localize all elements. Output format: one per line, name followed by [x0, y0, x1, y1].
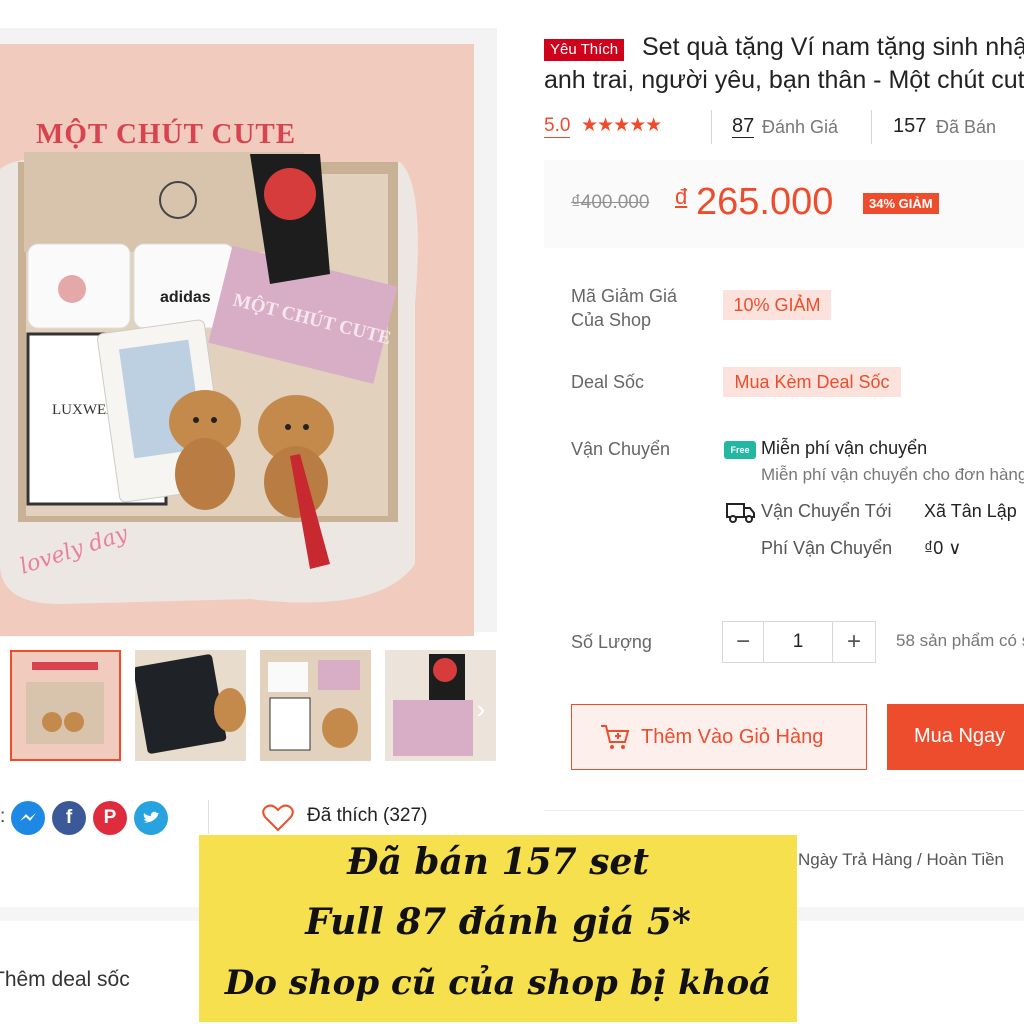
- ship-to-location[interactable]: Xã Tân Lập: [924, 501, 1017, 522]
- quantity-increase-button[interactable]: +: [832, 621, 876, 663]
- currency-symbol: đ: [675, 184, 688, 209]
- pinterest-icon[interactable]: P: [93, 801, 127, 835]
- thumbnail-next-arrow-icon[interactable]: ›: [468, 692, 494, 726]
- favorite-badge: Yêu Thích: [544, 39, 625, 61]
- sold-count: 157: [893, 115, 927, 137]
- svg-text:adidas: adidas: [160, 289, 211, 306]
- cart-icon: [601, 725, 630, 749]
- sold-label: Đã Bán: [936, 117, 997, 137]
- reviews-count[interactable]: 87: [732, 115, 755, 138]
- free-shipping-subtext: Miễn phí vận chuyển cho đơn hàng: [761, 465, 1024, 484]
- star-rating-icon: ★★★★★: [581, 115, 662, 136]
- buy-now-button[interactable]: Mua Ngay: [887, 704, 1024, 770]
- facebook-icon[interactable]: f: [52, 801, 86, 835]
- deal-soc-tab[interactable]: Thêm deal sốc: [0, 968, 130, 992]
- truck-icon: [726, 503, 755, 523]
- thumbnail-2[interactable]: [135, 650, 246, 761]
- promo-overlay-banner: Đã bán 157 set Full 87 đánh giá 5* Do sh…: [199, 835, 797, 1022]
- current-price: 265.000: [696, 181, 834, 223]
- add-to-cart-button[interactable]: Thêm Vào Giỏ Hàng: [571, 704, 867, 770]
- banner-line-2: Full 87 đánh giá 5*: [305, 901, 691, 943]
- free-shipping-icon: Free: [724, 441, 756, 459]
- liked-count[interactable]: Đã thích (327): [307, 805, 427, 827]
- twitter-icon[interactable]: [134, 801, 168, 835]
- discount-badge: 34% GIẢM: [863, 193, 939, 214]
- product-title-line-1: Set quà tặng Ví nam tặng sinh nhật: [642, 33, 1024, 61]
- twitter-glyph: [143, 811, 159, 823]
- quantity-label: Số Lượng: [571, 632, 652, 652]
- product-photo-frame: adidas LUXWEAR MỘT CHÚT CUTE MỘT CHÚT CU…: [0, 44, 474, 636]
- section-divider: [544, 810, 1024, 811]
- thumbnail-1[interactable]: [10, 650, 121, 761]
- voucher-label: Mã Giảm Giá Của Shop: [571, 286, 678, 330]
- voucher-chip[interactable]: 10% GIẢM: [723, 290, 831, 320]
- thumbnail-2-image: [135, 650, 246, 761]
- banner-line-1: Đã bán 157 set: [346, 841, 649, 883]
- product-title-line-2: anh trai, người yêu, bạn thân - Một chút…: [544, 66, 1024, 94]
- heart-icon[interactable]: [261, 803, 295, 833]
- deal-label: Deal Sốc: [571, 372, 645, 392]
- messenger-glyph: [20, 813, 36, 821]
- messenger-icon[interactable]: [11, 801, 45, 835]
- banner-line-3: Do shop cũ của shop bị khoá: [224, 963, 772, 1003]
- original-price: ₫400.000: [571, 192, 650, 213]
- shipping-fee-dropdown[interactable]: ₫0 ∨: [924, 538, 961, 559]
- return-policy-text[interactable]: Ngày Trả Hàng / Hoàn Tiền: [798, 850, 1004, 870]
- product-main-image[interactable]: adidas LUXWEAR MỘT CHÚT CUTE MỘT CHÚT CU…: [0, 28, 497, 636]
- reviews-label: Đánh Giá: [762, 117, 839, 137]
- shipping-fee-label: Phí Vận Chuyển: [761, 538, 893, 558]
- share-label: :: [0, 806, 6, 827]
- buy-now-label: Mua Ngay: [914, 725, 1006, 747]
- stats-divider-2: [871, 110, 872, 144]
- rating-value[interactable]: 5.0: [544, 115, 571, 138]
- free-shipping-text: Miễn phí vận chuyển: [761, 438, 928, 458]
- deal-chip[interactable]: Mua Kèm Deal Sốc: [723, 367, 901, 397]
- share-divider: [208, 800, 209, 834]
- shipping-label: Vận Chuyển: [571, 439, 671, 459]
- stats-divider-1: [711, 110, 712, 144]
- stock-available: 58 sản phẩm có sẵn: [896, 631, 1024, 650]
- image-brand-title: MỘT CHÚT CUTE: [36, 118, 297, 150]
- quantity-decrease-button[interactable]: −: [722, 621, 764, 663]
- add-to-cart-label: Thêm Vào Giỏ Hàng: [641, 726, 824, 748]
- ship-to-label: Vận Chuyển Tới: [761, 501, 892, 521]
- thumbnail-1-image: [12, 652, 119, 759]
- thumbnail-3-image: [260, 650, 371, 761]
- quantity-input[interactable]: 1: [763, 621, 833, 663]
- thumbnail-3[interactable]: [260, 650, 371, 761]
